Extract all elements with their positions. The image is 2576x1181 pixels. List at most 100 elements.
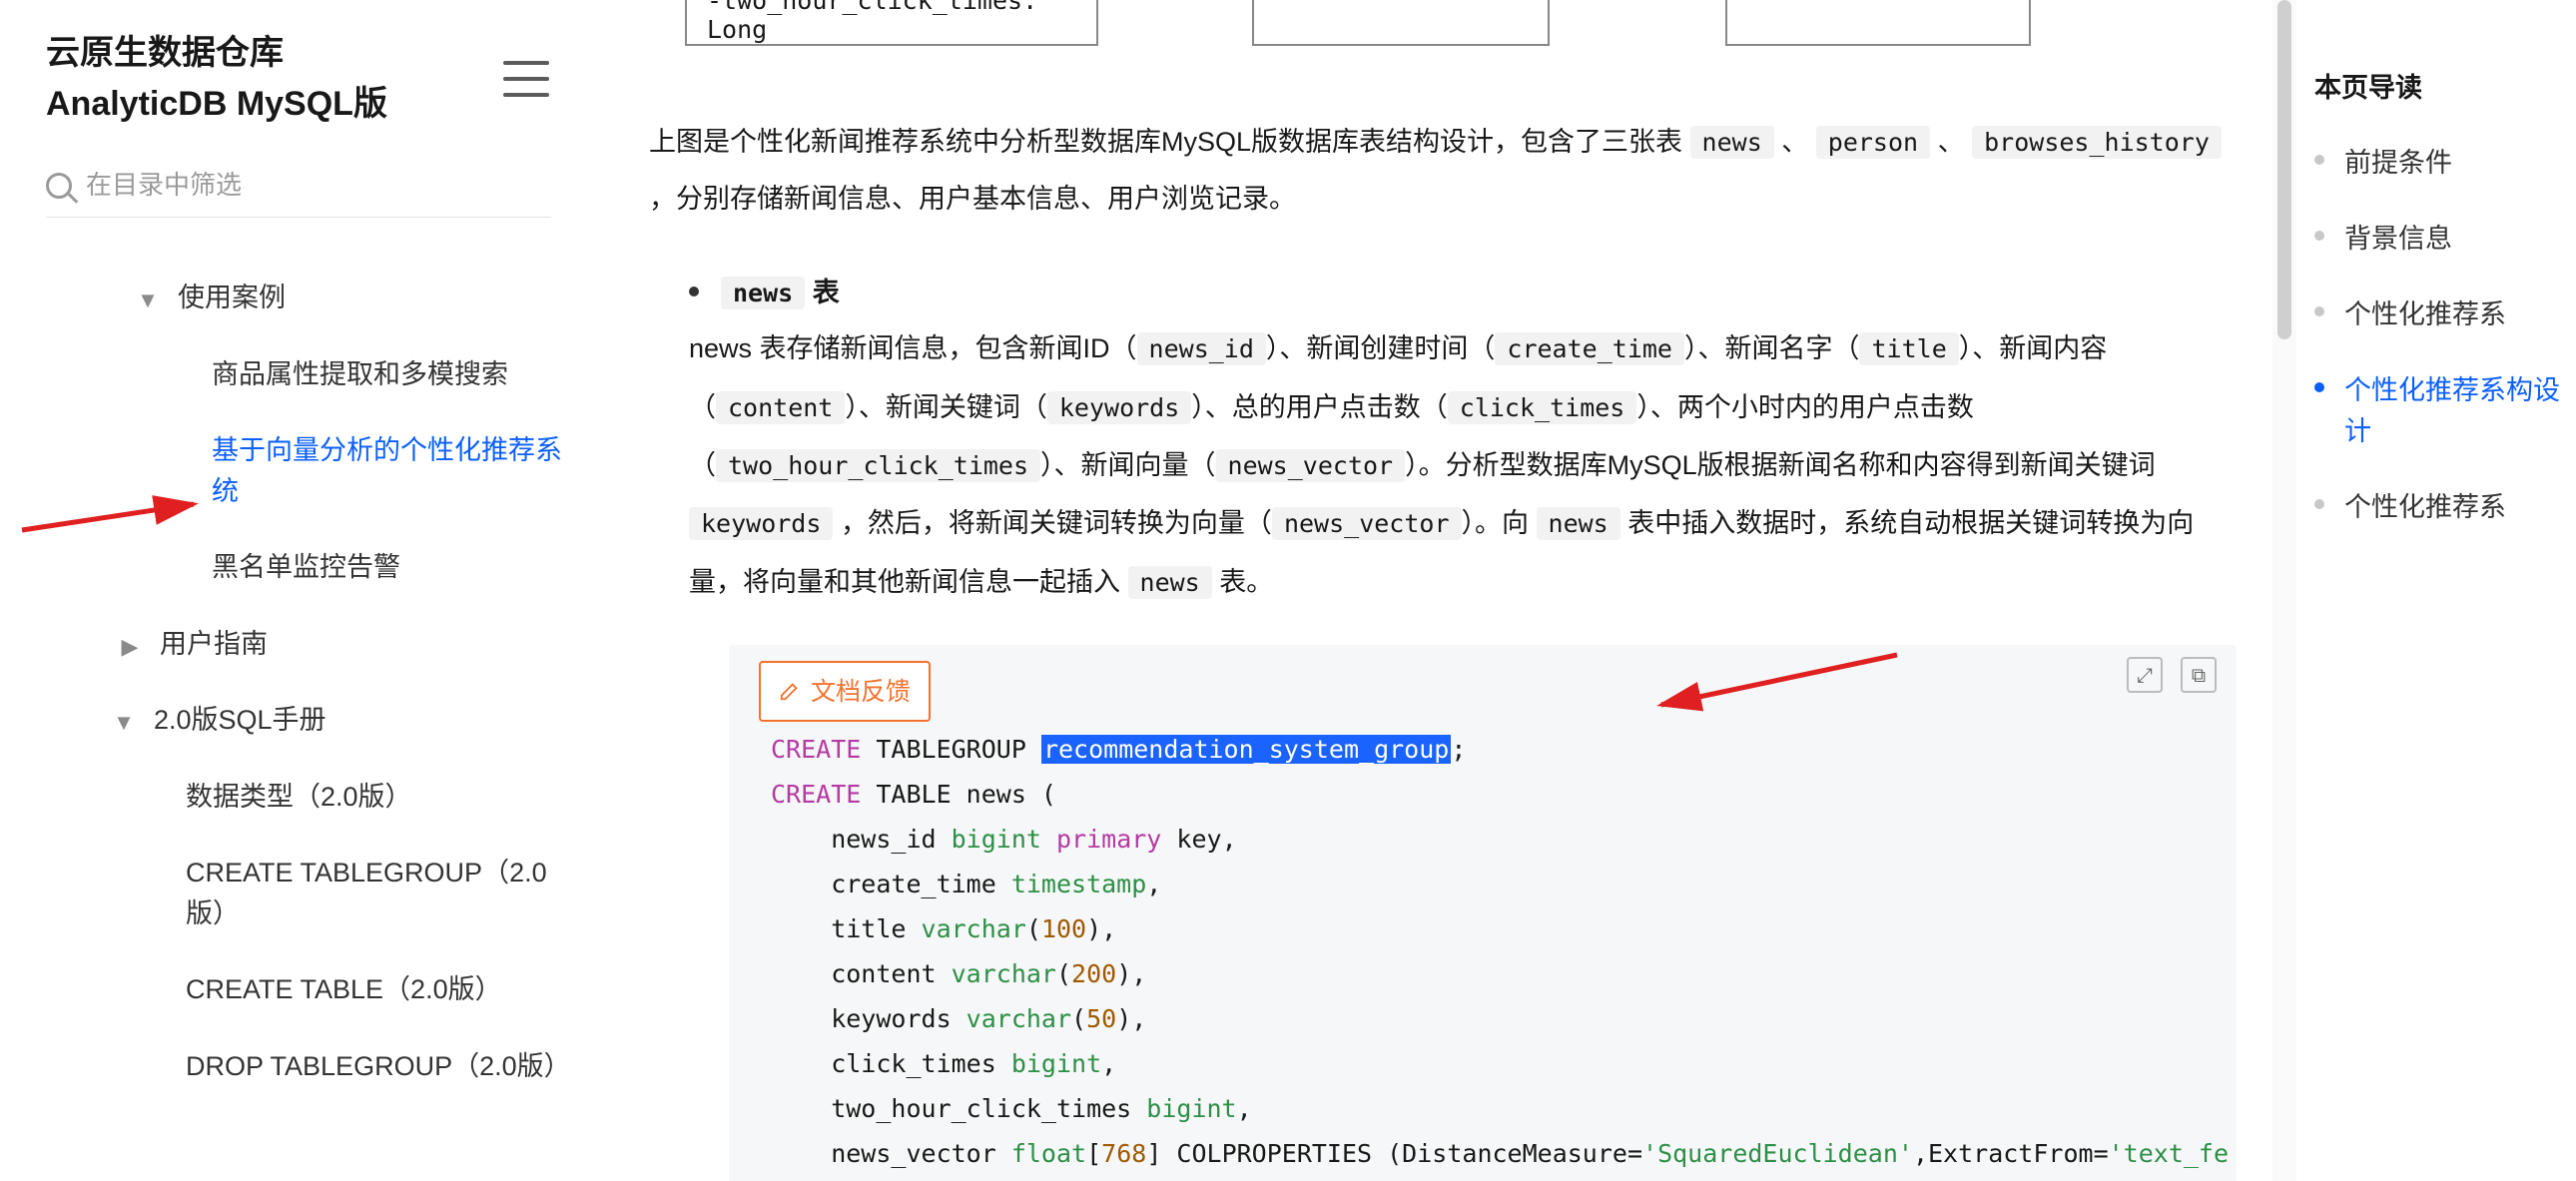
code-num: 768: [1101, 1139, 1146, 1168]
annotation-arrow-icon: [1647, 649, 1907, 719]
bb-code: click_times: [1448, 391, 1637, 424]
code-type: varchar: [922, 914, 1026, 943]
code-txt: key,: [1161, 825, 1236, 854]
diagram-box: [1252, 0, 1550, 46]
scrollbar[interactable]: [2272, 0, 2296, 1181]
code-block: 文档反馈 ⤢ ⧉ CREATE TABLEGROUP recommendatio…: [729, 645, 2237, 1181]
bb-code: create_time: [1495, 332, 1684, 365]
code-str: 'text_fe: [2109, 1139, 2229, 1168]
code-history: browses_history: [1972, 126, 2222, 159]
code-num: 50: [1086, 1004, 1116, 1033]
bb-text: ）。向: [1462, 508, 1530, 538]
toc-dot-icon: [2314, 155, 2324, 165]
nav-sql-create-tablegroup[interactable]: CREATE TABLEGROUP（2.0版）: [46, 835, 569, 951]
code-txt: (: [1071, 1004, 1086, 1033]
bullet-body: news 表存储新闻信息，包含新闻ID（news_id）、新闻创建时间（crea…: [689, 319, 2237, 611]
code-txt: content: [771, 959, 952, 988]
nav-item-blacklist[interactable]: 黑名单监控告警: [46, 529, 565, 606]
sidebar-nav: ▼ 使用案例 商品属性提取和多模搜索 基于向量分析的个性化推荐系统 黑名单监控告…: [46, 260, 569, 1104]
diagram-box: [1725, 0, 2031, 46]
nav-sql-manual[interactable]: ▼ 2.0版SQL手册: [46, 682, 569, 759]
page-toc: 本页导读 前提条件 背景信息 个性化推荐系 个性化推荐系构设计 个性化推荐系: [2296, 0, 2576, 1181]
product-title: 云原生数据仓库 AnalyticDB MySQL版: [46, 28, 387, 130]
code-news: news: [1690, 126, 1774, 159]
diagram-text: -two_hour_click_times: Long: [707, 0, 1076, 44]
code-type: varchar: [952, 959, 1056, 988]
product-title-line2: AnalyticDB MySQL版: [46, 79, 387, 130]
nav-sql-create-table[interactable]: CREATE TABLE（2.0版）: [46, 951, 569, 1028]
nav-item-vector-recommendation[interactable]: 基于向量分析的个性化推荐系统: [46, 412, 565, 529]
toc-item-rec-design[interactable]: 个性化推荐系构设计: [2314, 370, 2576, 454]
feedback-label: 文档反馈: [811, 669, 911, 714]
code-txt: keywords: [771, 1004, 966, 1033]
toc-title: 本页导读: [2314, 66, 2576, 105]
nav-label: CREATE TABLE（2.0版）: [186, 969, 502, 1010]
code-type: bigint: [1011, 1049, 1101, 1078]
code-txt: ),: [1086, 914, 1116, 943]
code-type: varchar: [966, 1004, 1071, 1033]
nav-label: DROP TABLEGROUP（2.0版）: [186, 1046, 569, 1087]
toc-label: 个性化推荐系: [2344, 487, 2506, 529]
intro-text: 上图是个性化新闻推荐系统中分析型数据库MySQL版数据库表结构设计，包含了三张表: [649, 127, 1682, 157]
nav-label: 数据类型（2.0版）: [186, 777, 412, 818]
bullet-head-row: news 表: [689, 271, 2237, 309]
code-txt: ;: [1451, 735, 1466, 764]
bb-text: ，然后，将新闻关键词转换为向量（: [841, 508, 1272, 538]
bullet-head-code: news: [721, 277, 805, 309]
nav-use-cases[interactable]: ▼ 使用案例: [46, 260, 569, 336]
code-type: timestamp: [1011, 870, 1146, 898]
code-txt: news_id: [771, 825, 952, 854]
code-pre[interactable]: CREATE TABLEGROUP recommendation_system_…: [771, 727, 2207, 1181]
toc-label: 背景信息: [2344, 219, 2452, 261]
copy-icon[interactable]: ⧉: [2181, 657, 2217, 693]
bb-code: content: [716, 391, 845, 424]
bb-code: news_id: [1137, 332, 1266, 365]
toc-dot-icon: [2314, 382, 2324, 392]
code-txt: click_times: [771, 1049, 1011, 1078]
hamburger-icon[interactable]: [503, 61, 549, 97]
toc-item-prerequisite[interactable]: 前提条件: [2314, 143, 2576, 185]
expand-icon[interactable]: ⤢: [2127, 657, 2163, 693]
code-kw: CREATE: [771, 780, 861, 809]
bb-code: title: [1859, 332, 1958, 365]
toc-label: 个性化推荐系构设计: [2344, 370, 2576, 454]
chevron-right-icon: ▶: [118, 630, 142, 663]
nav-item-multi-search[interactable]: 商品属性提取和多模搜索: [46, 336, 565, 413]
search-icon: [46, 173, 72, 199]
doc-feedback-button[interactable]: 文档反馈: [759, 661, 931, 722]
code-txt: ] COLPROPERTIES (DistanceMeasure=: [1146, 1139, 1642, 1168]
nav-sql-datatype[interactable]: 数据类型（2.0版）: [46, 759, 569, 836]
nav-sql-drop-tablegroup[interactable]: DROP TABLEGROUP（2.0版）: [46, 1028, 569, 1105]
sidebar-search[interactable]: [46, 170, 551, 218]
bb-code: two_hour_click_times: [716, 449, 1040, 482]
chevron-down-icon: ▼: [136, 284, 160, 316]
code-txt: news_vector: [771, 1139, 1011, 1168]
code-txt: two_hour_click_times: [771, 1094, 1146, 1123]
nav-user-guide[interactable]: ▶ 用户指南: [46, 606, 569, 683]
toc-dot-icon: [2314, 499, 2324, 509]
code-txt: title: [771, 914, 922, 943]
bb-code: news: [1128, 566, 1212, 599]
toc-item-background[interactable]: 背景信息: [2314, 219, 2576, 261]
chevron-down-icon: ▼: [112, 706, 136, 739]
search-input[interactable]: [86, 170, 551, 201]
bb-text: ）、新闻创建时间（: [1266, 333, 1496, 363]
toc-dot-icon: [2314, 231, 2324, 241]
nav-label: 用户指南: [160, 624, 268, 665]
product-title-line1: 云原生数据仓库: [46, 28, 387, 79]
code-num: 200: [1071, 959, 1116, 988]
toc-item-rec-system-2[interactable]: 个性化推荐系: [2314, 487, 2576, 529]
code-txt: ,: [1237, 1094, 1252, 1123]
nav-label: 黑名单监控告警: [212, 547, 400, 588]
bb-code: news: [1537, 507, 1620, 540]
toc-item-rec-system[interactable]: 个性化推荐系: [2314, 295, 2576, 336]
bb-code: news_vector: [1272, 507, 1462, 540]
bb-code: keywords: [689, 507, 833, 540]
code-txt: TABLE news (: [861, 780, 1056, 809]
nav-label: CREATE TABLEGROUP（2.0版）: [186, 853, 569, 933]
code-txt: (: [1026, 914, 1041, 943]
diagram-row: -two_hour_click_times: Long: [649, 0, 2237, 46]
nav-label: 使用案例: [178, 278, 286, 318]
code-highlight: recommendation_system_group: [1041, 735, 1451, 764]
code-txt: [: [1086, 1139, 1101, 1168]
